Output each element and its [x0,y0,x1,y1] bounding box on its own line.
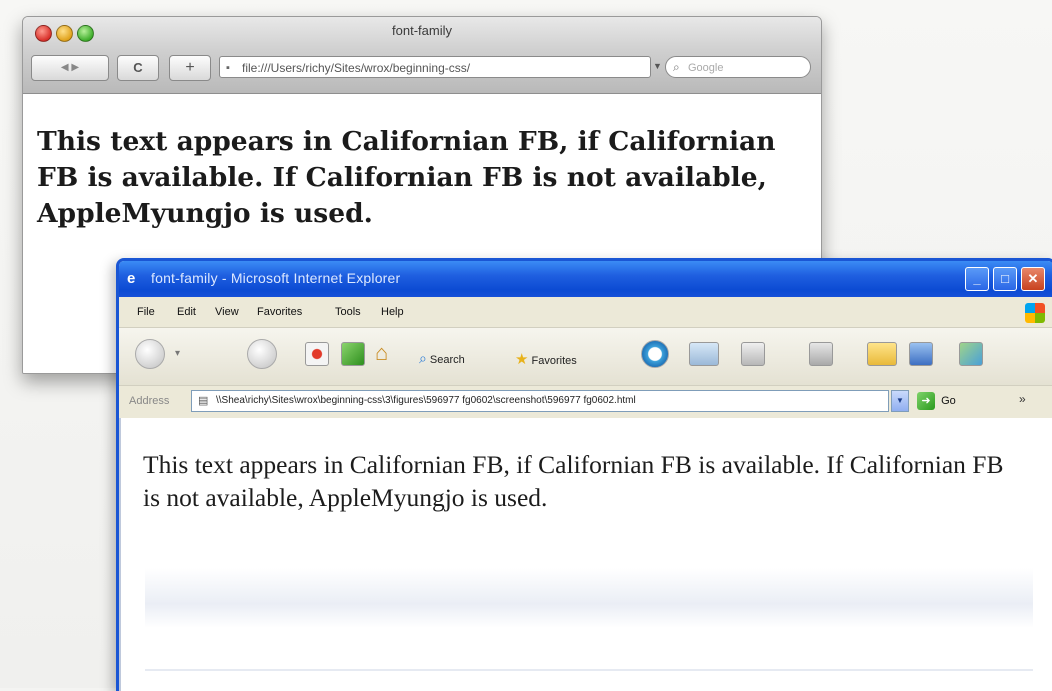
search-label: Search [429,354,465,366]
menu-edit[interactable]: Edit [177,306,196,318]
refresh-icon [341,342,365,366]
mac-toolbar: ◀ ▶ C + ▪ file:///Users/richy/Sites/wrox… [23,51,821,85]
edit-icon [809,342,833,366]
address-dropdown-icon[interactable]: ▼ [653,61,662,71]
stop-button[interactable] [305,342,329,366]
maximize-button[interactable]: □ [993,267,1017,291]
address-label: Address [129,395,170,407]
search-button[interactable]: ⌕ Search [419,350,465,367]
address-bar[interactable]: ▪ file:///Users/richy/Sites/wrox/beginni… [219,56,651,78]
forward-icon [247,339,277,369]
address-text: \\Shea\richy\Sites\wrox\beginning-css\3\… [216,395,636,406]
search-field[interactable]: ⌕ Google [665,56,811,78]
links-chevron[interactable]: » [1019,392,1026,406]
address-dropdown-button[interactable]: ▼ [891,390,909,412]
star-icon: ★ [515,351,529,368]
window-title: font-family - Microsoft Internet Explore… [151,270,401,286]
menu-help[interactable]: Help [381,306,404,318]
menu-favorites[interactable]: Favorites [257,306,302,318]
sample-paragraph: This text appears in Californian FB, if … [37,126,776,229]
back-history-dropdown-icon[interactable]: ▾ [175,348,180,359]
research-icon [909,342,933,366]
ie-browser-window: e font-family - Microsoft Internet Explo… [116,258,1052,691]
mail-button[interactable] [689,342,719,366]
ie-app-icon: e [127,270,136,287]
home-button[interactable]: ⌂ [375,340,388,366]
ie-page-content: This text appears in Californian FB, if … [119,418,1052,691]
messenger-icon [959,342,983,366]
minimize-button[interactable]: _ [965,267,989,291]
menu-bar: File Edit View Favorites Tools Help [119,297,1052,327]
refresh-button[interactable] [341,342,365,366]
standard-toolbar: ▾ ⌂ ⌕ Search ★ Favorites [119,327,1052,386]
print-button[interactable] [741,342,765,366]
history-button[interactable] [641,340,669,368]
folder-button[interactable] [867,342,897,366]
menu-file[interactable]: File [137,306,155,318]
search-icon: ⌕ [673,60,680,74]
menu-view[interactable]: View [215,306,239,318]
research-button[interactable] [909,342,933,366]
go-label: Go [941,395,956,407]
windows-logo-icon [1025,303,1045,323]
mac-titlebar: font-family ◀ ▶ C + ▪ file:///Users/rich… [23,17,821,94]
address-toolbar: Address ▤ \\Shea\richy\Sites\wrox\beginn… [119,385,1052,419]
mail-icon [689,342,719,366]
search-placeholder: Google [688,62,724,74]
go-button[interactable]: ➜ Go [917,390,956,412]
window-title: font-family [392,23,452,38]
favorites-button[interactable]: ★ Favorites [515,350,577,368]
ie-titlebar: e font-family - Microsoft Internet Explo… [119,261,1052,297]
messenger-button[interactable] [959,342,983,366]
printer-icon [741,342,765,366]
reload-button[interactable]: C [117,55,159,81]
back-icon [135,339,165,369]
menu-tools[interactable]: Tools [335,306,361,318]
edit-button[interactable] [809,342,833,366]
forward-button[interactable] [247,339,277,369]
address-field[interactable]: ▤ \\Shea\richy\Sites\wrox\beginning-css\… [191,390,889,412]
folder-icon [867,342,897,366]
content-divider [145,669,1033,671]
page-icon: ▤ [198,395,209,407]
sample-paragraph: This text appears in Californian FB, if … [143,450,1004,512]
page-icon: ▪ [226,62,230,74]
favorites-label: Favorites [531,355,577,367]
search-icon: ⌕ [419,350,427,366]
add-bookmark-button[interactable]: + [169,55,211,81]
address-text: file:///Users/richy/Sites/wrox/beginning… [242,61,471,75]
back-forward-button[interactable]: ◀ ▶ [31,55,109,81]
stop-icon [305,342,329,366]
content-shade [145,568,1033,628]
close-button[interactable]: ✕ [1021,267,1045,291]
back-button[interactable] [135,339,165,369]
go-arrow-icon: ➜ [917,392,935,411]
history-icon [641,340,669,368]
